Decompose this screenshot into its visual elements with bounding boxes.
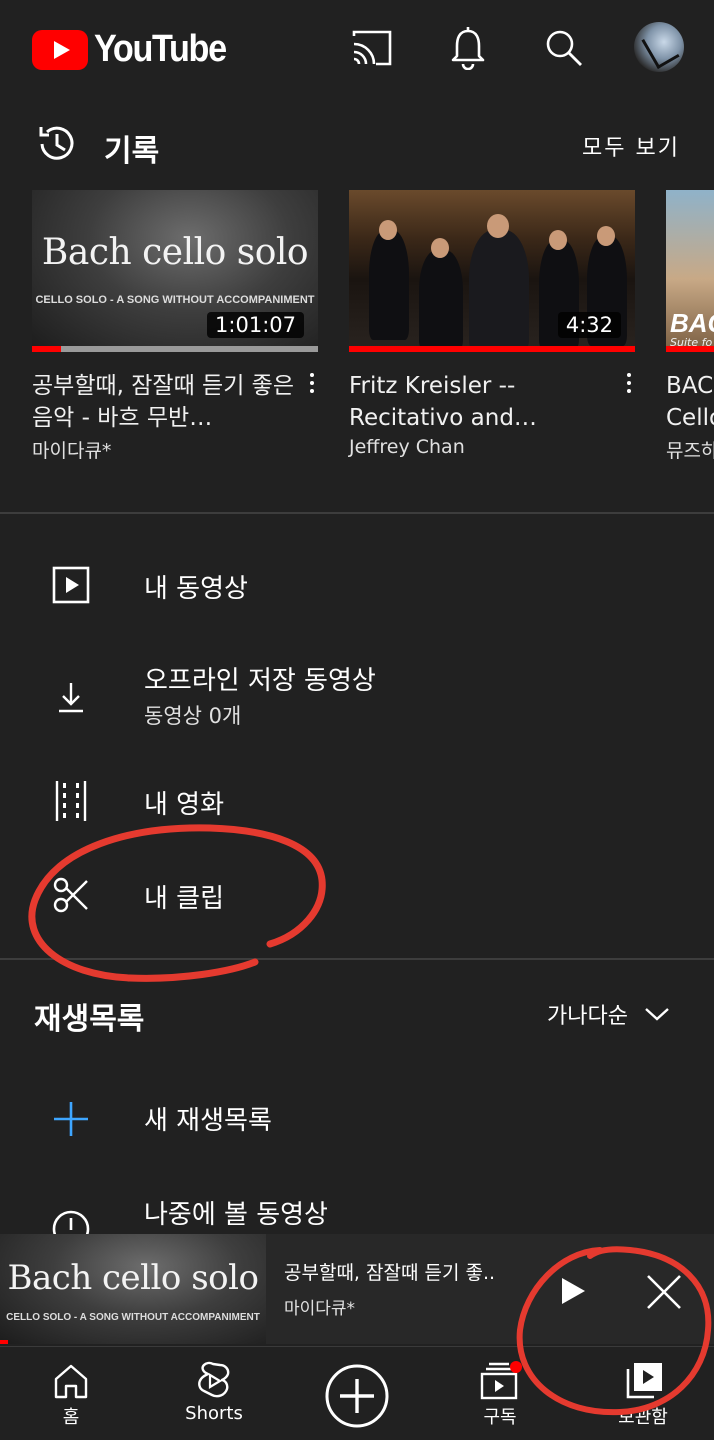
search-icon[interactable] — [542, 26, 586, 70]
play-icon[interactable] — [558, 1276, 588, 1306]
library-item-label: 오프라인 저장 동영상 — [144, 666, 376, 696]
nav-label: 보관함 — [618, 1407, 668, 1428]
close-icon[interactable] — [644, 1272, 684, 1312]
library-item-my-clips[interactable]: 내 클립 — [0, 864, 714, 928]
chevron-down-icon — [645, 1008, 669, 1021]
new-playlist-button[interactable]: 새 재생목록 — [0, 1090, 714, 1150]
section-divider — [0, 512, 714, 514]
youtube-logo[interactable]: YouTube — [32, 28, 240, 71]
film-icon — [48, 778, 94, 824]
library-item-my-movies[interactable]: 내 영화 — [0, 770, 714, 834]
mini-player-channel: 마이다큐* — [284, 1299, 356, 1319]
avatar[interactable] — [634, 22, 684, 72]
thumbnail-title-text: Bach cello solo — [7, 1258, 259, 1298]
watch-progress-bar — [349, 346, 635, 352]
video-title[interactable]: 공부할때, 잠잘때 듣기 좋은 음악 - 바흐 무반… — [32, 370, 294, 434]
top-app-bar: YouTube — [0, 0, 714, 100]
library-item-my-videos[interactable]: 내 동영상 — [0, 552, 714, 622]
playlist-watch-later[interactable]: 나중에 볼 동영상 — [0, 1186, 714, 1234]
thumbnail-figure — [419, 250, 463, 350]
youtube-play-icon — [32, 29, 88, 70]
plus-icon — [48, 1096, 94, 1142]
thumbnail-figure — [379, 220, 397, 240]
library-item-label: 내 동영상 — [144, 574, 248, 604]
thumbnail-figure — [487, 214, 509, 238]
library-item-sublabel: 동영상 0개 — [144, 704, 242, 728]
history-icon — [39, 126, 74, 160]
nav-shorts[interactable]: Shorts — [159, 1347, 269, 1440]
watch-progress-bar — [666, 346, 714, 352]
watch-later-label: 나중에 볼 동영상 — [144, 1200, 328, 1230]
history-section-header: 기록 모두 보기 — [0, 112, 714, 176]
channel-name: Jeffrey Chan — [349, 436, 465, 458]
new-playlist-label: 새 재생목록 — [144, 1106, 272, 1136]
watch-progress-bar — [32, 346, 61, 352]
mini-player[interactable]: Bach cello solo CELLO SOLO - A SONG WITH… — [0, 1234, 714, 1344]
home-icon — [54, 1364, 88, 1399]
cast-icon[interactable] — [350, 26, 394, 70]
history-video-card[interactable]: Bach cello solo CELLO SOLO - A SONG WITH… — [32, 190, 318, 463]
download-icon — [48, 674, 94, 720]
video-thumbnail[interactable]: 4:32 — [349, 190, 635, 352]
thumbnail-figure — [549, 230, 567, 250]
channel-name: 뮤즈하 — [666, 440, 714, 462]
logo-text: YouTube — [94, 28, 227, 70]
video-title[interactable]: BAC Cello — [666, 370, 714, 434]
create-icon — [325, 1364, 389, 1428]
mini-player-thumbnail[interactable]: Bach cello solo CELLO SOLO - A SONG WITH… — [0, 1234, 266, 1344]
subscriptions-icon — [480, 1361, 522, 1400]
mini-progress-bar — [0, 1340, 8, 1344]
nav-label: 구독 — [483, 1407, 517, 1428]
history-carousel[interactable]: Bach cello solo CELLO SOLO - A SONG WITH… — [0, 190, 714, 480]
sort-dropdown[interactable]: 가나다순 — [547, 998, 670, 1030]
watch-progress-track — [32, 346, 318, 352]
see-all-button[interactable]: 모두 보기 — [582, 130, 680, 162]
sort-label: 가나다순 — [547, 1004, 628, 1029]
nav-library[interactable]: 보관함 — [588, 1347, 698, 1440]
more-vert-icon[interactable] — [623, 370, 635, 400]
scissors-icon — [48, 872, 94, 918]
clock-icon — [48, 1206, 94, 1234]
history-video-card[interactable]: 4:32 Fritz Kreisler -- Recitativo and… J… — [349, 190, 635, 458]
library-item-label: 내 클립 — [144, 884, 225, 914]
nav-label: Shorts — [185, 1403, 243, 1424]
thumbnail-figure — [431, 238, 449, 258]
bottom-navigation: 홈 Shorts 구독 보관함 — [0, 1346, 714, 1440]
channel-name: 마이다큐* — [32, 440, 112, 462]
duration-badge: 1:01:07 — [207, 312, 304, 338]
duration-badge: 4:32 — [557, 312, 621, 338]
history-video-card[interactable]: BAC Suite fo BAC Cello 뮤즈하 — [666, 190, 714, 463]
video-thumbnail[interactable]: Bach cello solo CELLO SOLO - A SONG WITH… — [32, 190, 318, 352]
nav-create[interactable] — [302, 1347, 412, 1440]
library-item-downloads[interactable]: 오프라인 저장 동영상 동영상 0개 — [0, 652, 714, 742]
thumbnail-figure — [369, 230, 409, 340]
video-thumbnail[interactable]: BAC Suite fo — [666, 190, 714, 352]
thumbnail-figure — [597, 226, 615, 246]
thumbnail-figure — [469, 230, 529, 352]
history-title: 기록 — [104, 134, 160, 169]
thumbnail-subtitle-text: CELLO SOLO - A SONG WITHOUT ACCOMPANIMEN… — [6, 1312, 260, 1323]
nav-label: 홈 — [62, 1407, 80, 1428]
video-title[interactable]: Fritz Kreisler -- Recitativo and… — [349, 370, 611, 434]
library-icon — [626, 1363, 662, 1399]
library-item-label: 내 영화 — [144, 790, 225, 820]
more-vert-icon[interactable] — [306, 370, 318, 400]
thumbnail-title-text: Bach cello solo — [41, 232, 309, 273]
section-divider — [0, 958, 714, 960]
shorts-icon — [198, 1361, 230, 1398]
nav-subscriptions[interactable]: 구독 — [445, 1347, 555, 1440]
bell-icon[interactable] — [446, 26, 490, 70]
thumbnail-subtitle-text: CELLO SOLO - A SONG WITHOUT ACCOMPANIMEN… — [35, 294, 315, 306]
nav-home[interactable]: 홈 — [16, 1347, 126, 1440]
thumbnail-title-text: BAC — [670, 308, 714, 338]
playlists-title: 재생목록 — [34, 1002, 145, 1037]
play-box-icon — [48, 562, 94, 608]
mini-player-title[interactable]: 공부할때, 잠잘때 듣기 좋.. — [284, 1258, 495, 1285]
